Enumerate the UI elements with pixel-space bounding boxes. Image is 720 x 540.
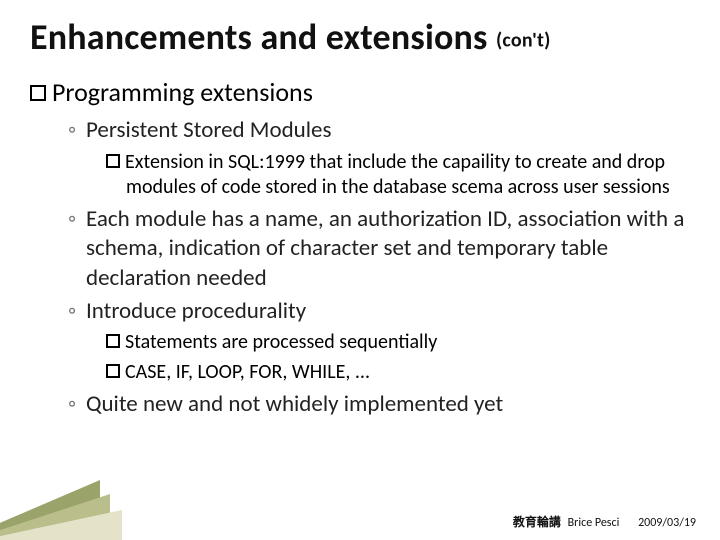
footer-label: 教育輪講 — [513, 516, 561, 530]
footer: 教育輪講 Brice Pesci 2009/03/19 — [513, 513, 696, 530]
footer-date: 2009/03/19 — [638, 516, 696, 530]
lvl1-heading: Programming extensions — [52, 76, 313, 108]
slide: Enhancements and extensions (con't) Prog… — [0, 0, 720, 540]
bullet-2-text: Each module has a name, an authorization… — [86, 205, 684, 292]
circle-bullet-icon: ◦ — [68, 205, 86, 234]
circle-bullet-icon: ◦ — [68, 390, 86, 419]
square-bullet-icon — [30, 85, 46, 101]
bullet-2: ◦Each module has a name, an authorizatio… — [30, 205, 690, 293]
slide-title: Enhancements and extensions (con't) — [30, 18, 690, 58]
square-bullet-icon — [106, 364, 120, 378]
bullet-4: ◦Quite new and not whidely implemented y… — [30, 390, 690, 419]
bullet-1-sub: Extension in SQL:1999 that include the c… — [30, 150, 690, 201]
bullet-1-text: Persistent Stored Modules — [86, 116, 331, 144]
title-suffix: (con't) — [496, 28, 551, 52]
decor-triangle-inner — [0, 510, 122, 540]
bullet-1: ◦Persistent Stored Modules — [30, 116, 690, 145]
bullet-3: ◦Introduce procedurality — [30, 297, 690, 326]
square-bullet-icon — [106, 334, 120, 348]
circle-bullet-icon: ◦ — [68, 297, 86, 326]
square-bullet-icon — [106, 154, 120, 168]
bullet-3-sub1: Statements are processed sequentially — [30, 330, 690, 356]
lvl1-heading-row: Programming extensions — [30, 76, 690, 109]
title-main: Enhancements and extensions — [30, 15, 488, 59]
circle-bullet-icon: ◦ — [68, 116, 86, 145]
bullet-3-sub1-text: Statements are processed sequentially — [125, 330, 437, 354]
footer-author: Brice Pesci — [568, 516, 620, 530]
bullet-3-sub2: CASE, IF, LOOP, FOR, WHILE, ... — [30, 360, 690, 386]
bullet-3-text: Introduce procedurality — [86, 297, 306, 325]
bullet-3-sub2-text: CASE, IF, LOOP, FOR, WHILE, ... — [125, 360, 370, 384]
bullet-4-text: Quite new and not whidely implemented ye… — [86, 390, 503, 418]
bullet-1-sub-text: Extension in SQL:1999 that include the c… — [125, 150, 670, 200]
